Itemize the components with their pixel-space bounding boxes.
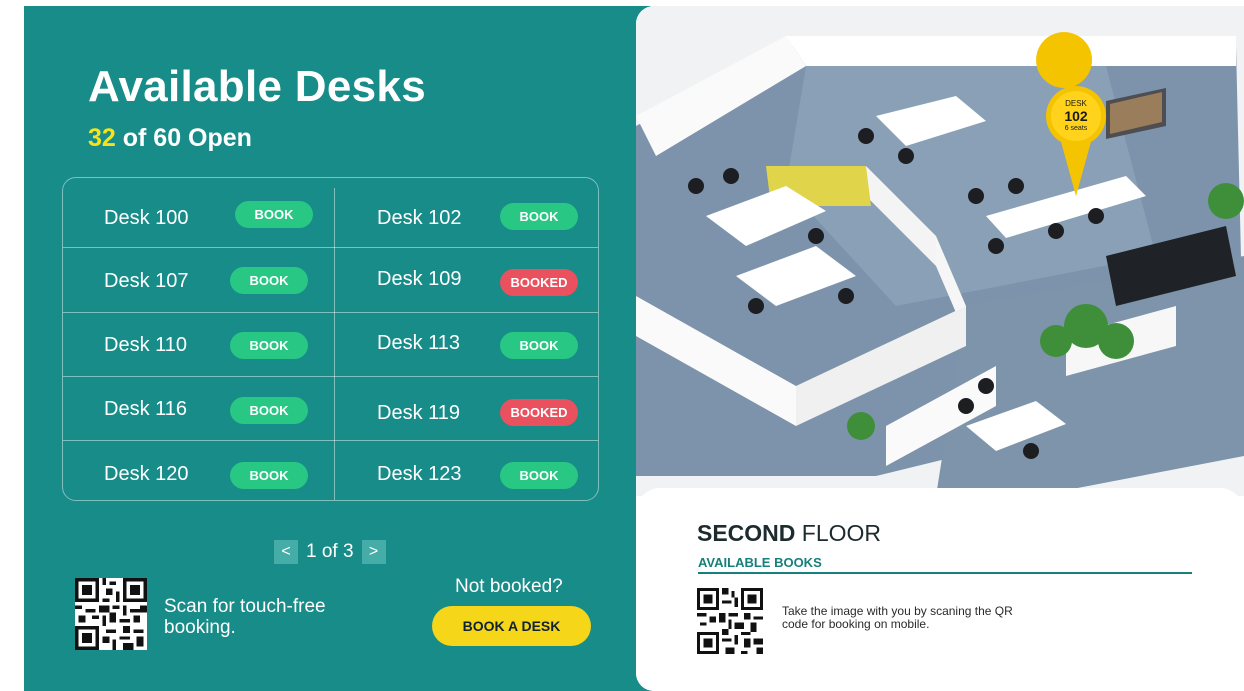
desk-119-booked-badge: BOOKED (500, 399, 578, 426)
not-booked-label: Not booked? (455, 576, 563, 597)
floor-plan-panel: DESK 102 6 seats SECOND FLOOR AVAILABLE … (636, 6, 1244, 691)
desk-cell: Desk 100 (104, 186, 189, 250)
desk-102-book-button[interactable]: BOOK (500, 203, 578, 230)
open-count-suffix: of 60 Open (122, 124, 252, 152)
desk-cell: Desk 109 (377, 247, 462, 311)
divider (698, 572, 1192, 574)
book-a-desk-button[interactable]: BOOK A DESK (432, 606, 591, 646)
desk-120-book-button[interactable]: BOOK (230, 462, 308, 489)
screen: Available Desks 32 of 60 Open Desk 100 B… (0, 0, 1244, 691)
desk-cell: Desk 120 (104, 442, 189, 506)
qr-code-icon[interactable] (697, 588, 763, 654)
available-desks-panel: Available Desks 32 of 60 Open Desk 100 B… (24, 6, 664, 691)
pagination: < 1 of 3 > (274, 540, 386, 564)
desk-name: Desk 107 (104, 269, 189, 292)
qr-code-icon[interactable] (75, 578, 147, 650)
chevron-left-icon[interactable]: < (274, 540, 298, 564)
floor-title-rest: FLOOR (801, 520, 882, 546)
chevron-right-icon[interactable]: > (361, 540, 386, 564)
desk-100-book-button[interactable]: BOOK (235, 201, 313, 228)
desk-name: Desk 119 (377, 401, 461, 424)
qr-instruction: Take the image with you by scaning the Q… (782, 604, 1013, 631)
desk-name: Desk 100 (104, 206, 189, 229)
desk-name: Desk 113 (377, 331, 461, 354)
desk-cell: Desk 107 (104, 249, 189, 313)
desk-113-book-button[interactable]: BOOK (500, 332, 578, 359)
floor-title-bold: SECOND (697, 520, 796, 546)
desk-cell: Desk 110 (104, 313, 187, 377)
floor-plan-image: DESK 102 6 seats (636, 6, 1244, 496)
desk-123-book-button[interactable]: BOOK (500, 462, 578, 489)
desk-110-book-button[interactable]: BOOK (230, 332, 308, 359)
desk-cell: Desk 113 (377, 311, 460, 375)
open-count: 32 of 60 Open (88, 124, 252, 153)
floor-info-card: SECOND FLOOR AVAILABLE BOOKS Take the im… (636, 488, 1244, 691)
open-count-number: 32 (88, 124, 116, 152)
desk-109-booked-badge: BOOKED (500, 269, 578, 296)
floor-title: SECOND FLOOR (697, 520, 881, 547)
desk-cell: Desk 116 (104, 377, 187, 441)
desk-name: Desk 120 (104, 462, 189, 485)
available-books-label: AVAILABLE BOOKS (698, 555, 822, 570)
scan-instruction: Scan for touch-free booking. (164, 596, 326, 638)
desk-107-book-button[interactable]: BOOK (230, 267, 308, 294)
desk-name: Desk 116 (104, 397, 188, 420)
desk-name: Desk 109 (377, 267, 462, 290)
desk-name: Desk 110 (104, 333, 188, 356)
page-indicator: 1 of 3 (306, 541, 354, 562)
desk-116-book-button[interactable]: BOOK (230, 397, 308, 424)
page-title: Available Desks (88, 62, 426, 111)
desk-cell: Desk 123 (377, 442, 462, 506)
grid-divider (334, 188, 335, 500)
desk-cell: Desk 119 (377, 381, 460, 445)
desk-grid: Desk 100 BOOK Desk 102 BOOK Desk 107 BOO… (62, 177, 599, 501)
desk-cell: Desk 102 (377, 186, 462, 250)
location-pin-icon[interactable] (1042, 84, 1110, 202)
desk-name: Desk 102 (377, 206, 462, 229)
desk-name: Desk 123 (377, 462, 462, 485)
